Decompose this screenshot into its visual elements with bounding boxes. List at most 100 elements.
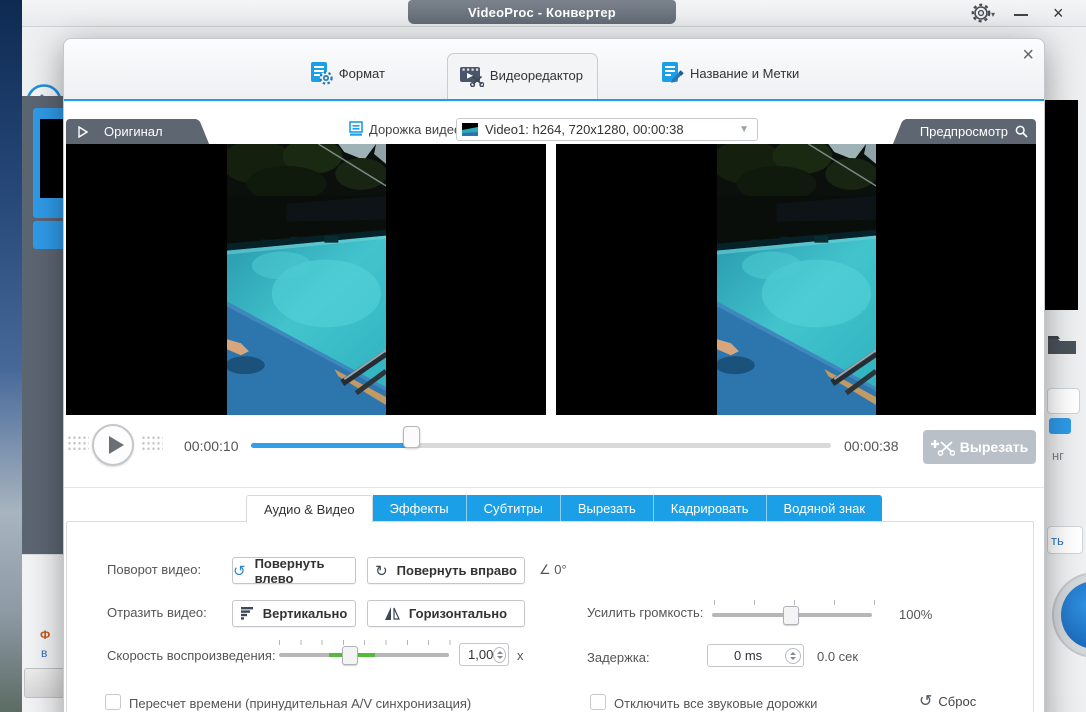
video-track-value: Video1: h264, 720x1280, 00:00:38 <box>485 122 732 137</box>
rotate-left-icon: ↺ <box>233 562 246 580</box>
rotation-angle-value: ∠ 0° <box>539 562 567 578</box>
tab-name-tags[interactable]: Название и Метки <box>656 61 803 99</box>
tab-label: Аудио & Видео <box>264 502 355 517</box>
volume-slider-handle[interactable] <box>783 606 799 625</box>
total-time: 00:00:38 <box>844 438 899 454</box>
seek-progress <box>251 443 411 448</box>
bg-text-fragment: Ф <box>40 628 50 642</box>
rotate-left-label: Повернуть влево <box>255 556 355 586</box>
window-close-button[interactable]: × <box>1053 1 1064 25</box>
time-recalc-label: Пересчет времени (принудительная A/V син… <box>129 696 471 711</box>
speed-label: Скорость воспроизведения: <box>107 648 276 663</box>
spinner-up-icon[interactable] <box>497 651 503 654</box>
cut-button-label: Вырезать <box>960 439 1028 455</box>
editor-tab-strip: Аудио & Видео Эффекты Субтитры Вырезать … <box>246 495 882 522</box>
folder-icon[interactable] <box>1046 332 1078 356</box>
reset-button[interactable]: ↺ Сброс <box>919 694 976 709</box>
screen: VideoProc - Конвертер ▾ × Ф в нг ть × <box>0 0 1086 712</box>
settings-gear-icon[interactable] <box>970 2 992 24</box>
bg-text-fragment: в <box>41 646 47 660</box>
tab-effects[interactable]: Эффекты <box>373 495 467 522</box>
cut-button[interactable]: Вырезать <box>923 430 1036 464</box>
original-label: Оригинал <box>104 124 163 139</box>
volume-slider-ticks <box>714 600 876 605</box>
rotate-right-icon: ↻ <box>375 562 388 580</box>
format-icon <box>309 61 333 85</box>
preview-video-frame <box>556 144 1036 415</box>
volume-slider[interactable] <box>712 613 872 617</box>
rotate-label: Поворот видео: <box>107 562 201 577</box>
tab-audio-video[interactable]: Аудио & Видео <box>246 495 373 523</box>
bg-text-fragment: нг <box>1052 448 1064 463</box>
audio-video-panel: Поворот видео: ↺ Повернуть влево ↻ Повер… <box>66 521 1034 712</box>
spinner-up-icon[interactable] <box>790 652 796 655</box>
track-thumbnail-icon <box>462 123 478 136</box>
bg-text-fragment: ть <box>1051 533 1064 548</box>
reset-icon: ↺ <box>919 695 932 709</box>
tab-watermark[interactable]: Водяной знак <box>767 495 883 522</box>
name-tags-icon <box>660 61 684 85</box>
rotate-right-button[interactable]: ↻ Повернуть вправо <box>367 557 525 584</box>
spinner-down-icon[interactable] <box>790 657 796 660</box>
flip-horizontal-icon <box>385 607 400 620</box>
play-outline-icon <box>78 126 88 138</box>
tab-video-editor-label: Видеоредактор <box>490 68 583 83</box>
tab-label: Субтитры <box>484 501 543 516</box>
window-title: VideoProc - Конвертер <box>408 0 676 24</box>
rotate-left-button[interactable]: ↺ Повернуть влево <box>232 557 356 584</box>
spinner-down-icon[interactable] <box>497 656 503 659</box>
settings-caret-icon[interactable]: ▾ <box>991 10 995 19</box>
speed-unit: x <box>517 648 524 663</box>
bg-partial-toggle <box>1049 418 1071 434</box>
tab-name-tags-label: Название и Метки <box>690 66 799 81</box>
frame-step-forward-grid[interactable] <box>141 435 163 452</box>
original-video-content <box>227 144 386 415</box>
time-recalc-checkbox[interactable] <box>105 694 121 710</box>
bg-partial-button <box>1047 388 1080 414</box>
video-editor-icon <box>460 63 484 87</box>
tab-video-editor[interactable]: Видеоредактор <box>447 53 598 99</box>
delay-label: Задержка: <box>587 650 650 665</box>
tab-format[interactable]: Формат <box>305 61 389 99</box>
delay-spinner[interactable] <box>785 648 801 664</box>
bg-partial-button <box>24 668 65 698</box>
tab-format-label: Формат <box>339 66 385 81</box>
flip-vertical-button[interactable]: Вертикально <box>232 600 356 627</box>
play-button[interactable] <box>92 424 134 466</box>
speed-spinner[interactable] <box>493 647 506 663</box>
separator <box>64 487 1044 488</box>
speed-slider-handle[interactable] <box>342 646 358 665</box>
flip-horizontal-label: Горизонтально <box>409 606 507 621</box>
dialog-tab-strip: Формат Видеоредактор <box>64 39 1044 99</box>
original-preview-tab[interactable]: Оригинал <box>66 119 196 144</box>
disable-audio-checkbox[interactable] <box>590 694 606 710</box>
window-title-text: VideoProc - Конвертер <box>468 5 616 20</box>
tab-cut[interactable]: Вырезать <box>561 495 654 522</box>
original-video-frame <box>66 144 546 415</box>
video-track-dropdown[interactable]: Video1: h264, 720x1280, 00:00:38 ▼ <box>456 118 758 141</box>
delay-input[interactable]: 0 ms <box>707 644 804 667</box>
seek-handle[interactable] <box>403 426 420 448</box>
tab-label: Вырезать <box>578 501 636 516</box>
flip-label: Отразить видео: <box>107 605 207 620</box>
seek-bar[interactable] <box>251 443 831 448</box>
volume-label: Усилить громкость: <box>587 605 703 620</box>
frame-step-back-grid[interactable] <box>67 435 89 452</box>
tab-label: Эффекты <box>390 501 449 516</box>
preview-zoom-tab[interactable]: Предпросмотр <box>906 119 1036 144</box>
tab-crop[interactable]: Кадрировать <box>654 495 767 522</box>
volume-value: 100% <box>899 607 932 622</box>
speed-slider[interactable] <box>279 653 449 657</box>
dropdown-arrow-icon: ▼ <box>739 124 749 135</box>
minimize-button[interactable] <box>1014 14 1028 16</box>
tab-subtitles[interactable]: Субтитры <box>467 495 561 522</box>
flip-horizontal-button[interactable]: Горизонтально <box>367 600 525 627</box>
video-thumbnail-label <box>33 221 63 249</box>
disable-audio-label: Отключить все звуковые дорожки <box>614 696 817 711</box>
preview-video-content <box>717 144 876 415</box>
delay-value: 0 ms <box>734 648 762 663</box>
magnifier-icon <box>1015 125 1028 138</box>
video-track-icon <box>349 121 363 136</box>
reset-label: Сброс <box>938 694 976 709</box>
speed-value-input[interactable]: 1,00 <box>459 643 509 666</box>
